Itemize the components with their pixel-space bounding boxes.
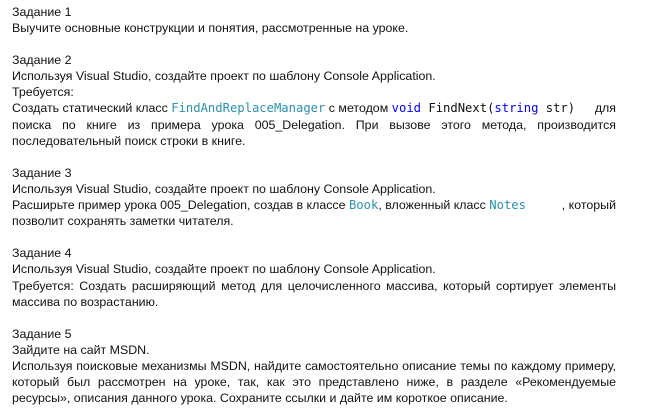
task-4-line4: массива по возрастанию. bbox=[12, 295, 159, 309]
task-5-intro: Зайдите на сайт MSDN. bbox=[12, 343, 150, 357]
task-4-title: Задание 4 bbox=[12, 246, 72, 260]
task-3-line3-mid: , вложенный класс bbox=[378, 198, 490, 212]
task-3-line4: позволит сохранять заметки читателя. bbox=[12, 214, 234, 228]
code-keyword-string: string bbox=[494, 101, 539, 115]
code-class-name: FindAndReplaceManager bbox=[171, 101, 326, 115]
task-3-line3-post: , который bbox=[561, 198, 616, 212]
task-2-line3-mid: с методом bbox=[325, 101, 392, 115]
task-2-intro: Используя Visual Studio, создайте проект… bbox=[12, 69, 436, 83]
task-3-title: Задание 3 bbox=[12, 166, 72, 180]
task-4-intro: Используя Visual Studio, создайте проект… bbox=[12, 262, 436, 276]
code-keyword-void: void bbox=[391, 101, 422, 115]
task-3-intro: Используя Visual Studio, создайте проект… bbox=[12, 182, 436, 196]
task-1-text: Выучите основные конструкции и понятия, … bbox=[12, 21, 409, 35]
code-param: str) bbox=[538, 101, 576, 115]
task-1-title: Задание 1 bbox=[12, 5, 72, 19]
task-5-title: Задание 5 bbox=[12, 327, 72, 341]
task-5-line4: который был рассмотрен на уроке, так, ка… bbox=[12, 375, 616, 389]
task-4-line3: Требуется: Создать расширяющий метод для… bbox=[12, 279, 616, 293]
task-2-line5: последовательный поиск строки в книге. bbox=[12, 134, 246, 148]
code-method-name: FindNext( bbox=[421, 101, 495, 115]
task-5-line5: ресурсы», описания данного урока. Сохран… bbox=[12, 391, 508, 405]
task-2-line3-post: для bbox=[594, 101, 616, 115]
task-2-title: Задание 2 bbox=[12, 53, 72, 67]
task-3-line3: Расширьте пример урока 005_Delegation, с… bbox=[12, 197, 616, 213]
task-3-line3-pre: Расширьте пример урока 005_Delegation, с… bbox=[12, 198, 349, 212]
task-2-line4: поиска по книге из примера урока 005_Del… bbox=[12, 118, 616, 132]
task-2-line3: Создать статический класс FindAndReplace… bbox=[12, 100, 616, 116]
task-2-requirement-label: Требуется: bbox=[12, 85, 74, 99]
task-5-line3: Используя поисковые механизмы MSDN, найд… bbox=[12, 359, 616, 373]
document-page: Задание 1 Выучите основные конструкции и… bbox=[0, 0, 651, 419]
code-class-notes: Notes bbox=[489, 198, 526, 212]
code-class-book: Book bbox=[348, 198, 379, 212]
task-2-line3-pre: Создать статический класс bbox=[12, 101, 172, 115]
